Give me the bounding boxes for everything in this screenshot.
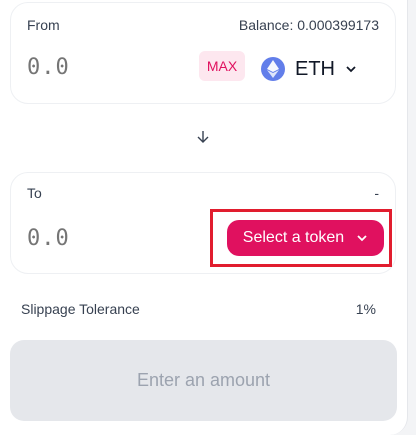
select-token-button[interactable]: Select a token: [227, 220, 384, 256]
arrow-down-icon: [197, 131, 209, 143]
from-token-symbol: ETH: [295, 57, 335, 80]
to-balance: -: [374, 185, 379, 201]
from-label: From: [27, 17, 60, 33]
chevron-down-icon: [346, 66, 356, 73]
enter-amount-button[interactable]: Enter an amount: [10, 340, 397, 421]
ethereum-icon: [261, 57, 285, 81]
from-token-select[interactable]: ETH: [261, 54, 357, 84]
select-token-label: Select a token: [242, 229, 345, 246]
from-balance: Balance: 0.000399173: [238, 17, 379, 33]
to-amount-input[interactable]: [27, 226, 177, 251]
slippage-label: Slippage Tolerance: [21, 301, 140, 317]
switch-direction-button[interactable]: [193, 127, 213, 147]
chevron-down-icon: [357, 235, 367, 242]
to-label: To: [27, 185, 42, 201]
slippage-value: 1%: [355, 301, 376, 317]
from-amount-input[interactable]: [27, 55, 177, 80]
max-button[interactable]: MAX: [199, 51, 245, 81]
swap-panel: From Balance: 0.000399173 MAX ETH To - S…: [0, 0, 408, 435]
